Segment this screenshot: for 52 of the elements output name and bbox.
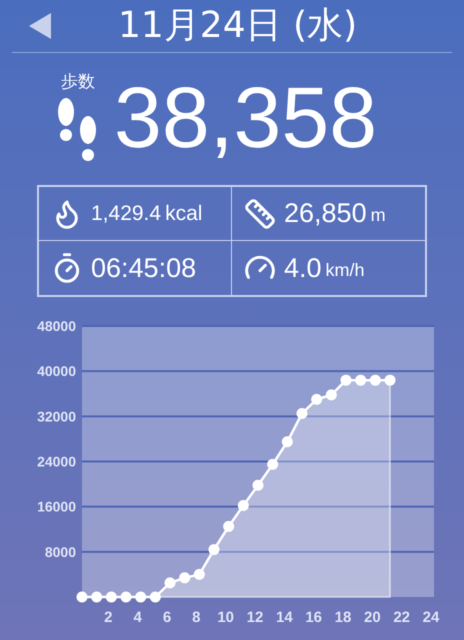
data-point <box>106 592 117 602</box>
data-point <box>164 577 176 588</box>
y-tick-label: 24000 <box>37 454 76 470</box>
data-point <box>194 568 205 580</box>
data-point <box>267 458 278 470</box>
x-tick-label: 20 <box>364 609 381 626</box>
stat-unit: km/h <box>326 258 365 282</box>
data-point <box>384 374 396 386</box>
x-tick-label: 18 <box>334 609 352 626</box>
data-point <box>311 394 322 405</box>
stat-value: 26,850 <box>284 197 367 230</box>
data-point <box>208 544 220 556</box>
data-point <box>179 572 190 584</box>
data-point <box>355 374 366 386</box>
step-count: 38,358 <box>114 75 378 161</box>
y-tick-label: 8000 <box>44 544 76 560</box>
stat-value: 4.0 <box>284 252 322 285</box>
stat-value: 1,429.4 <box>91 200 162 227</box>
data-point <box>370 374 381 386</box>
data-point <box>223 520 234 532</box>
back-icon <box>29 13 51 39</box>
y-tick-label: 16000 <box>37 498 76 515</box>
y-tick-label: 32000 <box>37 408 76 424</box>
data-point <box>76 592 88 602</box>
data-point <box>252 480 264 491</box>
data-point <box>340 374 352 386</box>
data-point <box>135 592 146 602</box>
data-point <box>120 592 132 602</box>
stat-unit: kcal <box>165 200 202 227</box>
y-tick-label: 48000 <box>37 319 76 334</box>
date-title: 11月24日 (水) <box>118 4 358 48</box>
x-tick-label: 16 <box>305 609 322 626</box>
data-point <box>91 592 102 602</box>
x-tick-label: 22 <box>393 609 410 626</box>
stat-value: 06:45:08 <box>91 252 196 285</box>
x-tick-label: 6 <box>162 609 172 626</box>
data-point <box>238 500 249 512</box>
x-tick-label: 2 <box>104 609 112 626</box>
data-point <box>282 436 293 448</box>
x-tick-label: 14 <box>276 609 293 626</box>
steps-label: 歩数 <box>61 71 95 94</box>
data-point <box>326 389 337 400</box>
x-tick-label: 10 <box>217 609 234 626</box>
x-tick-label: 4 <box>134 609 142 626</box>
data-point <box>296 408 308 419</box>
stat-unit: m <box>370 204 386 227</box>
y-tick-label: 40000 <box>37 363 76 380</box>
x-tick-label: 12 <box>246 609 264 626</box>
ruler-icon <box>244 198 276 230</box>
x-tick-label: 8 <box>192 609 200 626</box>
data-point <box>150 592 161 602</box>
x-tick-label: 24 <box>422 609 440 626</box>
